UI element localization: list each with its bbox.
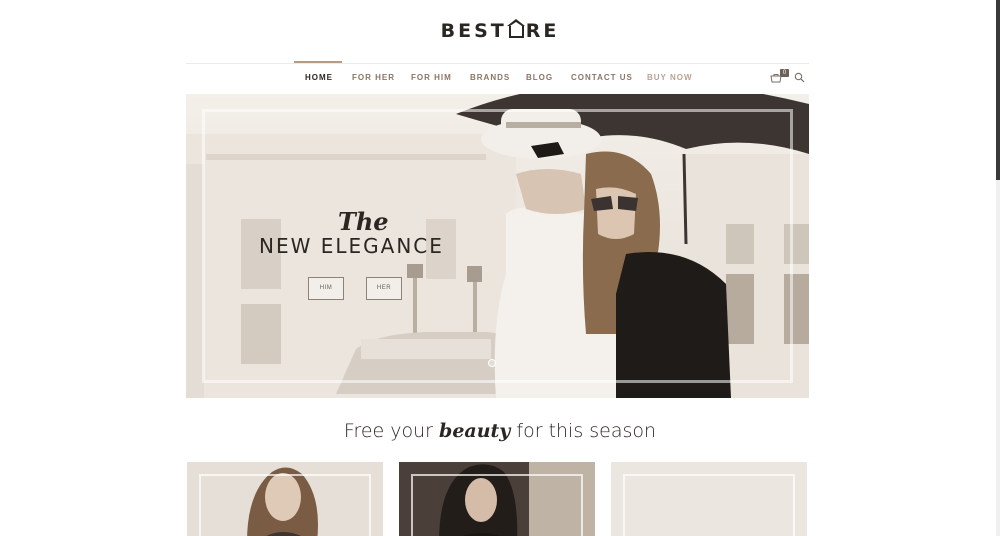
hero-her-button[interactable]: HER [366,277,402,300]
card-frame [411,474,583,536]
hero-banner: The NEW ELEGANCE HIM HER [186,94,809,398]
hero-kicker: The [338,207,389,236]
nav-item-brands[interactable]: BRANDS [470,73,510,82]
cart-count-badge: 0 [780,69,789,77]
season-tagline: Free your beauty for this season [0,420,1000,442]
search-icon[interactable] [794,72,805,83]
nav-item-blog[interactable]: BLOG [526,73,553,82]
hero-him-button[interactable]: HIM [308,277,344,300]
nav-item-home[interactable]: HOME [305,73,333,82]
nav-item-contact-us[interactable]: CONTACT US [571,73,633,82]
logo-text-right: RE [525,20,560,42]
main-nav: HOME FOR HER FOR HIM BRANDS BLOG CONTACT… [0,73,1000,85]
tagline-emphasis: beauty [439,420,511,442]
hero-title: NEW ELEGANCE [259,234,444,258]
brand-logo[interactable]: BEST RE [0,19,1000,42]
nav-item-buy-now[interactable]: BUY NOW [647,73,693,82]
product-card-woman-2[interactable] [399,462,595,536]
nav-active-indicator [294,61,342,63]
card-frame [623,474,795,536]
nav-divider [186,63,809,64]
product-card-3[interactable] [611,462,807,536]
product-card-woman-1[interactable] [187,462,383,536]
nav-item-for-him[interactable]: FOR HIM [411,73,452,82]
tagline-after: for this season [510,420,657,442]
house-icon [506,19,525,38]
slider-dot[interactable] [488,359,496,367]
nav-item-for-her[interactable]: FOR HER [352,73,395,82]
card-frame [199,474,371,536]
logo-text-left: BEST [440,20,507,42]
tagline-before: Free your [343,420,440,442]
